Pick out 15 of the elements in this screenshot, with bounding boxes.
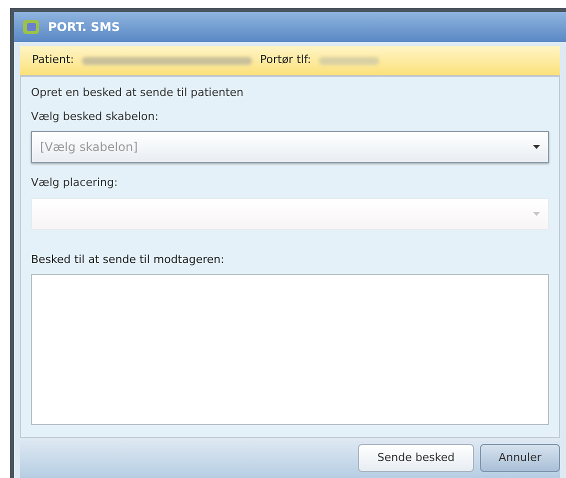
field-label: Besked til at sende til modtageren: — [31, 252, 226, 268]
patient-label: Patient: — [32, 52, 74, 68]
message-field[interactable] — [31, 274, 549, 425]
dropdown-placeholder: [Vælg skabelon] — [40, 139, 138, 156]
field-label: Vælg placering: — [31, 175, 119, 191]
caret-icon — [533, 145, 540, 149]
caret-icon — [533, 212, 540, 216]
porter-label: Portør tlf: — [260, 52, 312, 68]
redacted-text — [319, 56, 380, 64]
dialog-button[interactable]: Sende besked — [358, 444, 474, 472]
dialog-button[interactable]: Annuler — [480, 444, 560, 472]
app-icon — [22, 19, 40, 35]
field-label: Vælg besked skabelon: — [31, 108, 160, 124]
intro-text: Opret en besked at sende til patienten — [31, 85, 245, 101]
window-title: PORT. SMS — [48, 19, 120, 36]
